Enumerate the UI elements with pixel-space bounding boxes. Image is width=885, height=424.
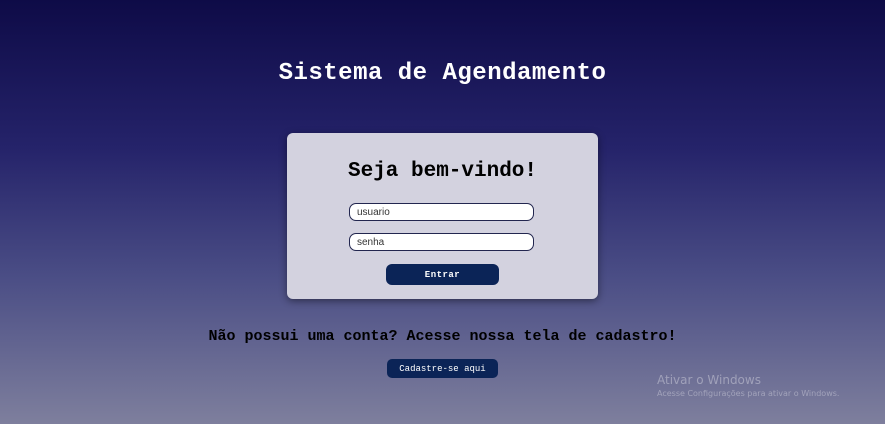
password-input[interactable] [349,233,534,251]
watermark-subtitle: Acesse Configurações para ativar o Windo… [657,389,840,398]
signup-button[interactable]: Cadastre-se aqui [387,359,498,378]
login-card: Seja bem-vindo! Entrar [287,133,598,299]
page-title: Sistema de Agendamento [278,60,607,87]
login-button[interactable]: Entrar [386,264,499,285]
signup-prompt: Não possui uma conta? Acesse nossa tela … [208,328,677,345]
username-input[interactable] [349,203,534,221]
welcome-heading: Seja bem-vindo! [347,160,538,183]
watermark-title: Ativar o Windows [657,373,761,387]
windows-activation-watermark: Ativar o Windows Acesse Configurações pa… [657,373,839,400]
